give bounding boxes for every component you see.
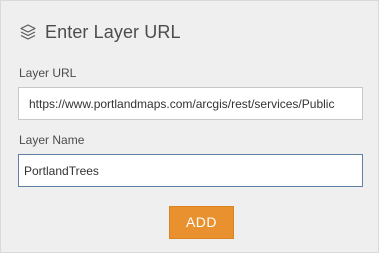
add-layer-panel: Enter Layer URL Layer URL Layer Name ADD: [0, 0, 379, 253]
add-button[interactable]: ADD: [169, 206, 234, 239]
layer-name-label: Layer Name: [19, 133, 85, 147]
layers-icon: [19, 23, 37, 41]
layer-url-label: Layer URL: [19, 66, 77, 80]
dialog-title: Enter Layer URL: [45, 21, 181, 42]
dialog-header: Enter Layer URL: [19, 20, 181, 44]
layer-name-input[interactable]: [18, 154, 363, 187]
layer-url-input[interactable]: [18, 87, 363, 120]
